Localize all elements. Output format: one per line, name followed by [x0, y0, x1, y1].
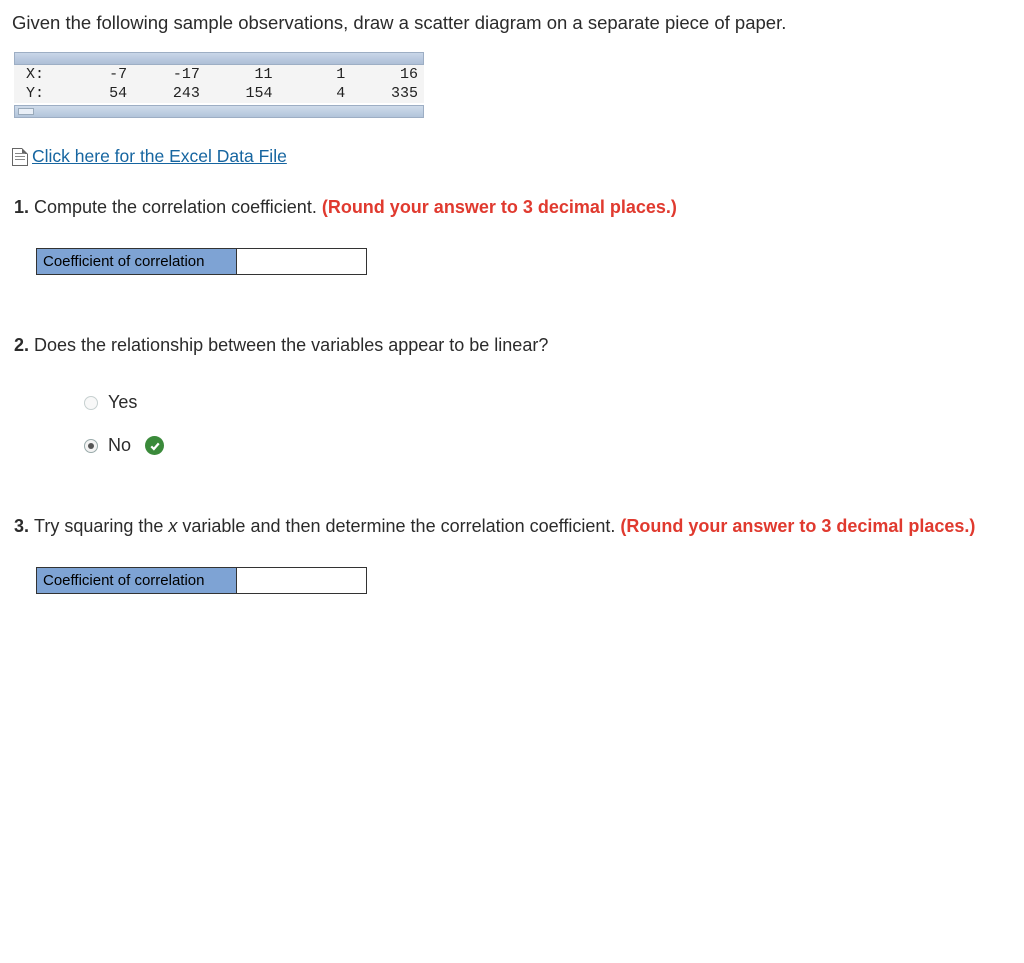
- cell: 4: [279, 84, 352, 103]
- row-label-y: Y:: [14, 84, 60, 103]
- q1-answer-label: Coefficient of correlation: [37, 249, 237, 275]
- question-3: Try squaring the x variable and then det…: [34, 516, 1012, 594]
- q3-answer-label: Coefficient of correlation: [37, 568, 237, 594]
- cell: 335: [351, 84, 424, 103]
- data-table: X: -7 -17 11 1 16 Y: 54 243 154 4 335: [14, 52, 424, 118]
- q1-text: Compute the correlation coefficient.: [34, 197, 322, 217]
- q2-no-label: No: [108, 435, 131, 456]
- question-1: Compute the correlation coefficient. (Ro…: [34, 197, 1012, 275]
- q3-hint: (Round your answer to 3 decimal places.): [620, 516, 975, 536]
- q2-yes-label: Yes: [108, 392, 137, 413]
- question-2: Does the relationship between the variab…: [34, 335, 1012, 456]
- cell: 243: [133, 84, 206, 103]
- q3-text-b: variable and then determine the correlat…: [177, 516, 620, 536]
- intro-text: Given the following sample observations,…: [12, 12, 1012, 34]
- q1-hint: (Round your answer to 3 decimal places.): [322, 197, 677, 217]
- radio-icon: [84, 396, 98, 410]
- cell: 154: [206, 84, 279, 103]
- q2-option-yes[interactable]: Yes: [84, 392, 1012, 413]
- cell: 54: [60, 84, 133, 103]
- q2-text: Does the relationship between the variab…: [34, 335, 548, 355]
- radio-icon: [84, 439, 98, 453]
- q3-answer-table: Coefficient of correlation: [36, 567, 367, 594]
- table-row: X: -7 -17 11 1 16: [14, 65, 424, 84]
- table-scrollbar[interactable]: [14, 105, 424, 118]
- q2-option-no[interactable]: No: [84, 435, 1012, 456]
- table-row: Y: 54 243 154 4 335: [14, 84, 424, 103]
- q2-radio-group: Yes No: [84, 392, 1012, 456]
- q1-answer-table: Coefficient of correlation: [36, 248, 367, 275]
- excel-data-file-link[interactable]: Click here for the Excel Data File: [32, 146, 287, 167]
- q1-answer-input[interactable]: [238, 250, 365, 273]
- row-label-x: X:: [14, 65, 60, 84]
- cell: -17: [133, 65, 206, 84]
- cell: 11: [206, 65, 279, 84]
- table-top-border: [14, 52, 424, 65]
- cell: 1: [279, 65, 352, 84]
- correct-check-icon: [145, 436, 164, 455]
- cell: 16: [351, 65, 424, 84]
- q3-answer-input[interactable]: [238, 569, 365, 592]
- cell: -7: [60, 65, 133, 84]
- q3-text-a: Try squaring the: [34, 516, 168, 536]
- file-icon: [12, 148, 28, 166]
